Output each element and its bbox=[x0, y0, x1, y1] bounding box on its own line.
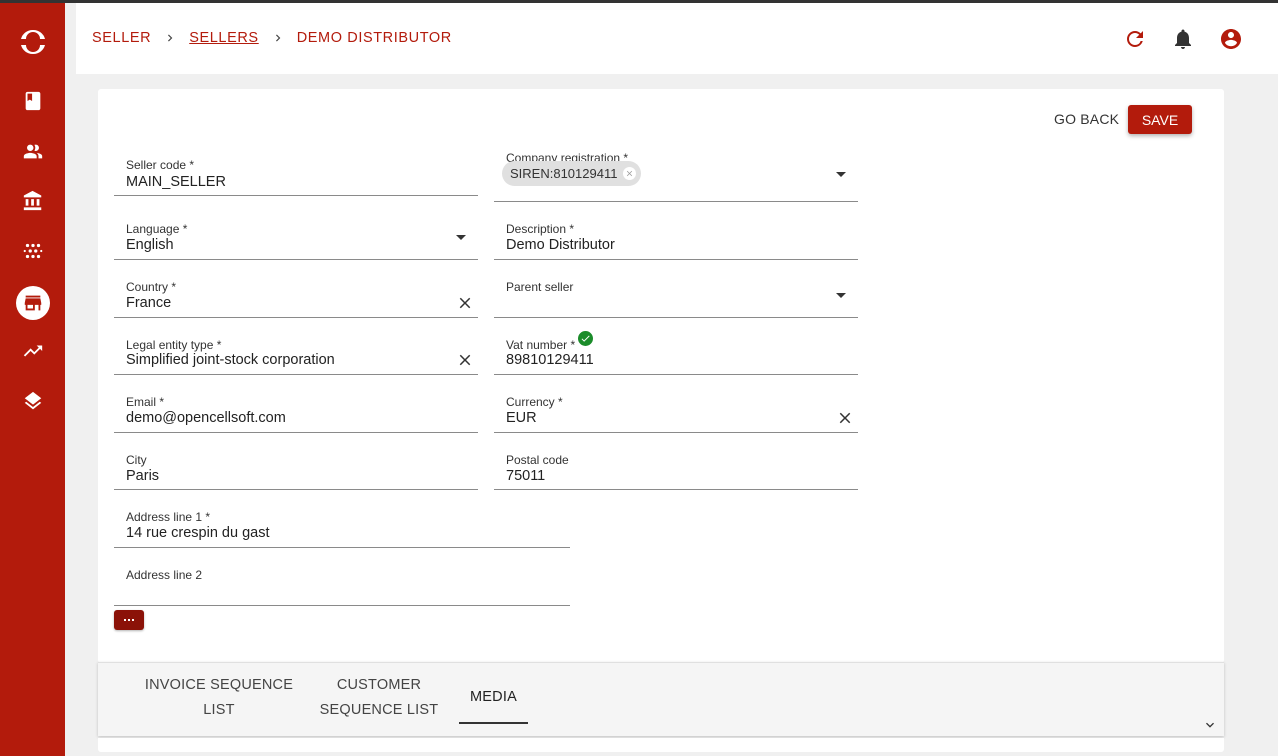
tab-label-line: LIST bbox=[203, 702, 235, 718]
field-label: Country * bbox=[126, 280, 177, 294]
email-field[interactable]: Email * demo@opencellsoft.com bbox=[114, 388, 478, 433]
valid-check-icon bbox=[578, 331, 593, 346]
tab-label-line: SEQUENCE LIST bbox=[319, 702, 439, 718]
chevron-right-icon bbox=[163, 31, 177, 45]
dropdown-caret-icon[interactable] bbox=[836, 172, 846, 177]
address-line-2-field[interactable]: Address line 2 bbox=[114, 561, 570, 606]
field-value: MAIN_SELLER bbox=[126, 174, 226, 190]
legal-entity-type-field[interactable]: Legal entity type * Simplified joint-sto… bbox=[114, 330, 478, 375]
more-options-button[interactable] bbox=[114, 610, 144, 630]
opencell-logo-icon[interactable] bbox=[18, 27, 48, 57]
vat-number-field[interactable]: Vat number * 89810129411 bbox=[494, 330, 858, 375]
field-value: 89810129411 bbox=[506, 352, 594, 368]
field-label: Legal entity type * bbox=[126, 338, 222, 352]
top-header: SELLER SELLERS DEMO DISTRIBUTOR bbox=[76, 3, 1278, 74]
field-label: Vat number * bbox=[506, 338, 576, 352]
tab-customer-sequence-list[interactable]: CUSTOMER SEQUENCE LIST bbox=[316, 673, 442, 723]
parent-seller-select[interactable]: Parent seller bbox=[494, 273, 858, 318]
field-label: Seller code * bbox=[126, 158, 195, 172]
save-button[interactable]: SAVE bbox=[1128, 105, 1192, 134]
field-label: Email * bbox=[126, 395, 165, 409]
field-label: City bbox=[126, 453, 147, 467]
chip-remove-icon[interactable] bbox=[623, 167, 637, 180]
seller-form-card: GO BACK SAVE Seller code * MAIN_SELLER C… bbox=[98, 89, 1224, 663]
description-field[interactable]: Description * Demo Distributor bbox=[494, 215, 858, 260]
address-line-1-field[interactable]: Address line 1 * 14 rue crespin du gast bbox=[114, 503, 570, 548]
field-label: Address line 2 bbox=[126, 568, 203, 582]
layers-icon[interactable] bbox=[20, 388, 46, 414]
field-value: 14 rue crespin du gast bbox=[126, 525, 270, 541]
country-field[interactable]: Country * France bbox=[114, 273, 478, 318]
field-value: Demo Distributor bbox=[506, 237, 615, 253]
more-dots-icon bbox=[124, 619, 134, 621]
currency-field[interactable]: Currency * EUR bbox=[494, 388, 858, 433]
sidebar bbox=[0, 3, 65, 756]
refresh-icon[interactable] bbox=[1123, 27, 1147, 51]
tab-label-line: MEDIA bbox=[470, 689, 517, 705]
field-value: Paris bbox=[126, 468, 160, 484]
account-icon[interactable] bbox=[1219, 27, 1243, 51]
field-value: 75011 bbox=[506, 468, 546, 484]
breadcrumb-current: DEMO DISTRIBUTOR bbox=[296, 30, 452, 46]
tab-bar: INVOICE SEQUENCE LIST CUSTOMER SEQUENCE … bbox=[98, 662, 1224, 736]
field-label: Description * bbox=[506, 222, 575, 236]
book-icon[interactable] bbox=[20, 88, 46, 114]
field-value: France bbox=[126, 295, 172, 311]
field-label: Currency * bbox=[506, 395, 563, 409]
tab-invoice-sequence-list[interactable]: INVOICE SEQUENCE LIST bbox=[144, 673, 294, 723]
store-icon[interactable] bbox=[16, 286, 50, 320]
field-value: demo@opencellsoft.com bbox=[126, 410, 286, 426]
chevron-down-icon[interactable] bbox=[1202, 717, 1218, 733]
breadcrumb-sellers-link[interactable]: SELLERS bbox=[189, 30, 259, 46]
dropdown-caret-icon[interactable] bbox=[456, 235, 466, 240]
clear-icon[interactable] bbox=[836, 409, 854, 427]
company-registration-field[interactable]: Company registration * SIREN:810129411 bbox=[494, 144, 858, 202]
postal-code-field[interactable]: Postal code 75011 bbox=[494, 445, 858, 490]
tab-label-line: CUSTOMER bbox=[336, 677, 422, 693]
clear-icon[interactable] bbox=[456, 351, 474, 369]
tab-media[interactable]: MEDIA bbox=[459, 685, 528, 724]
chevron-right-icon bbox=[271, 31, 285, 45]
field-value: English bbox=[126, 237, 174, 253]
go-back-button[interactable]: GO BACK bbox=[1054, 111, 1119, 127]
field-label: Parent seller bbox=[506, 280, 574, 294]
grid-dots-icon[interactable] bbox=[20, 238, 46, 264]
field-label: Address line 1 * bbox=[126, 510, 211, 524]
bell-icon[interactable] bbox=[1171, 27, 1195, 51]
registration-chip[interactable]: SIREN:810129411 bbox=[502, 161, 642, 186]
chip-label: SIREN:810129411 bbox=[510, 166, 618, 181]
dropdown-caret-icon[interactable] bbox=[836, 293, 846, 298]
clear-icon[interactable] bbox=[456, 294, 474, 312]
field-label: Language * bbox=[126, 222, 188, 236]
seller-code-field[interactable]: Seller code * MAIN_SELLER bbox=[114, 151, 478, 196]
tab-label-line: INVOICE SEQUENCE bbox=[144, 677, 294, 693]
breadcrumb-root: SELLER bbox=[92, 30, 152, 46]
tab-content-panel bbox=[98, 738, 1224, 752]
trending-up-icon[interactable] bbox=[20, 338, 46, 364]
language-select[interactable]: Language * English bbox=[114, 215, 478, 260]
field-value: EUR bbox=[506, 410, 537, 426]
customers-icon[interactable] bbox=[20, 138, 46, 164]
breadcrumb: SELLER SELLERS DEMO DISTRIBUTOR bbox=[92, 30, 452, 46]
field-label: Postal code bbox=[506, 453, 569, 467]
field-value: Simplified joint-stock corporation bbox=[126, 352, 335, 368]
bank-icon[interactable] bbox=[20, 188, 46, 214]
city-field[interactable]: City Paris bbox=[114, 445, 478, 490]
